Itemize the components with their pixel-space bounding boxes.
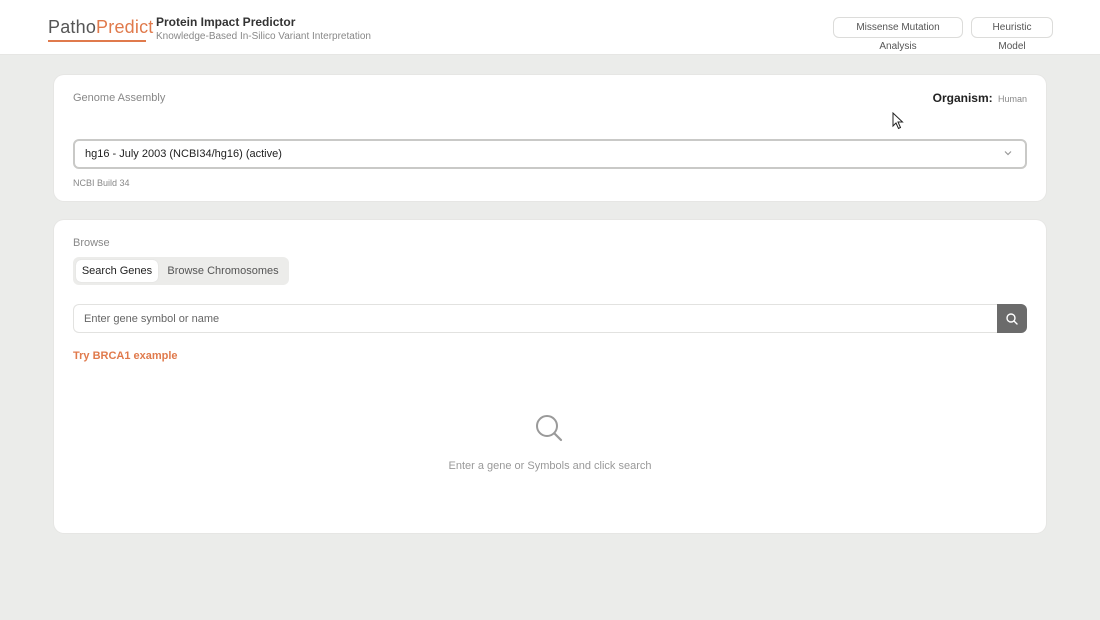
genome-assembly-card: Genome Assembly Organism: Human hg16 - J… [54,75,1046,201]
app-title: Protein Impact Predictor [156,15,296,29]
organism-display: Organism: Human [933,91,1027,105]
app-subtitle: Knowledge-Based In-Silico Variant Interp… [156,31,371,42]
search-icon [1006,313,1018,325]
organism-label: Organism: [932,91,993,105]
tab-search-genes[interactable]: Search Genes [76,260,158,282]
heuristic-model-button[interactable]: Heuristic Model [971,17,1053,52]
chevron-down-icon [1003,148,1013,163]
empty-state-message: Enter a gene or Symbols and click search [448,460,652,472]
logo-part-1: Patho [48,17,97,37]
gene-search-input[interactable] [73,304,997,333]
try-brca1-example-link[interactable]: Try BRCA1 example [73,350,178,362]
app-header: PathoPredict Protein Impact Predictor Kn… [0,0,1100,55]
logo-part-2: Predict [96,17,154,37]
organism-value: Human [997,94,1027,104]
search-icon [533,412,565,449]
mouse-cursor-icon [892,111,904,135]
assembly-selected-value: hg16 - July 2003 (NCBI34/hg16) (active) [85,148,282,160]
tab-browse-chromosomes[interactable]: Browse Chromosomes [161,260,285,282]
logo-underline [48,40,146,42]
build-note: NCBI Build 34 [73,178,130,188]
genome-assembly-label: Genome Assembly [73,92,166,104]
browse-card: Browse Search Genes Browse Chromosomes T… [54,220,1046,533]
app-logo[interactable]: PathoPredict [48,16,153,38]
browse-tabs: Search Genes Browse Chromosomes [73,257,289,285]
genome-assembly-select[interactable]: hg16 - July 2003 (NCBI34/hg16) (active) [73,139,1027,169]
search-button[interactable] [997,304,1027,333]
browse-label: Browse [73,237,110,249]
missense-mutation-analysis-button[interactable]: Missense Mutation Analysis [833,17,963,52]
